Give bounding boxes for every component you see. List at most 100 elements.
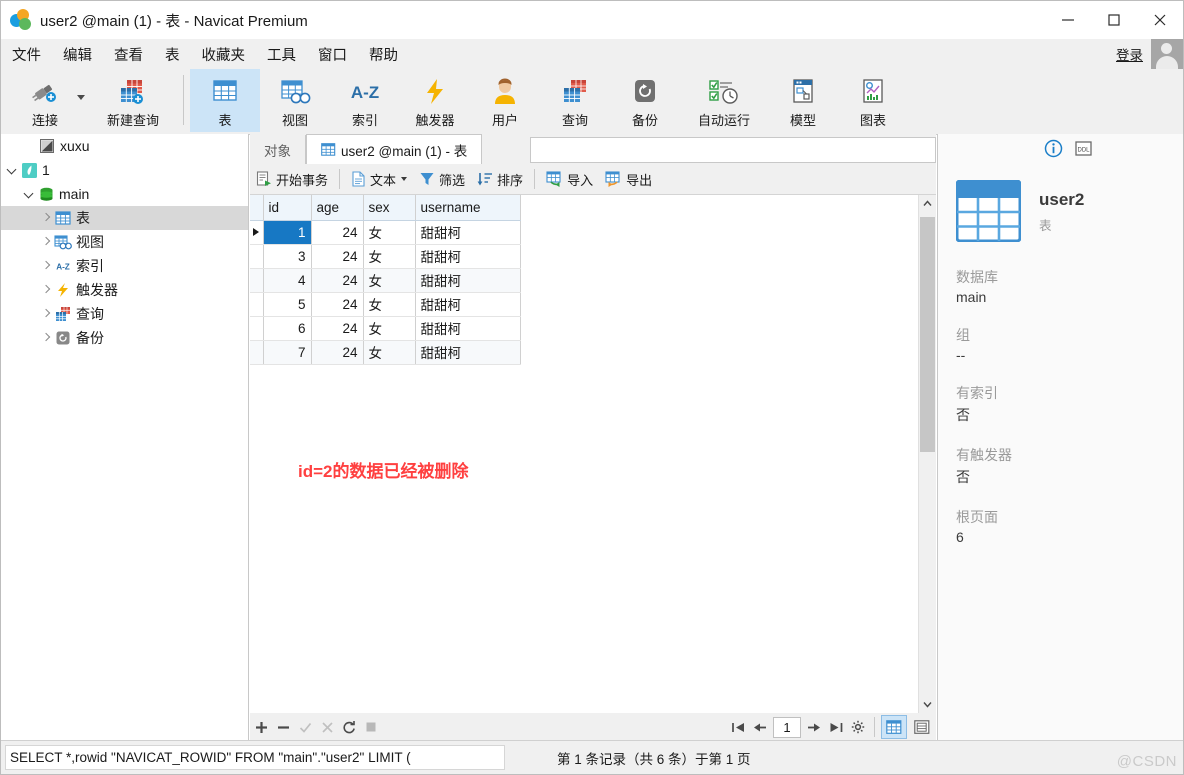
tree-expander[interactable] xyxy=(39,213,53,223)
menu-item-window[interactable]: 窗口 xyxy=(307,41,358,68)
toolbar-connection[interactable]: 连接 xyxy=(1,69,89,132)
grid-vertical-scrollbar[interactable] xyxy=(918,195,936,713)
next-page-button[interactable] xyxy=(803,716,825,738)
cell-sex[interactable]: 女 xyxy=(363,316,416,341)
cell-id[interactable]: 6 xyxy=(263,316,312,341)
toolbar-chart[interactable]: 图表 xyxy=(838,69,908,132)
cancel-button[interactable] xyxy=(316,716,338,738)
cell-age[interactable]: 24 xyxy=(311,316,364,341)
cell-username[interactable]: 甜甜柯 xyxy=(415,316,521,341)
row-marker[interactable] xyxy=(250,268,264,293)
page-number-input[interactable]: 1 xyxy=(773,716,801,738)
table-row[interactable]: 4 24 女 甜甜柯 xyxy=(250,268,521,293)
toolbar-model[interactable]: 模型 xyxy=(768,69,838,132)
login-link[interactable]: 登录 xyxy=(1116,44,1143,64)
toolbar-automation[interactable]: 自动运行 xyxy=(680,69,768,132)
prev-page-button[interactable] xyxy=(749,716,771,738)
import-button[interactable]: 导入 xyxy=(540,167,599,191)
toolbar-new-query[interactable]: 新建查询 xyxy=(89,69,177,132)
tree-item-xuxu[interactable]: xuxu xyxy=(1,134,248,158)
export-button[interactable]: 导出 xyxy=(599,167,658,191)
cell-username[interactable]: 甜甜柯 xyxy=(415,244,521,269)
object-tree-sidebar[interactable]: xuxu 1 main 表 视图 A-Z 索引 触发器 查询 备份 xyxy=(1,134,249,741)
cell-id[interactable]: 5 xyxy=(263,292,312,317)
avatar[interactable] xyxy=(1151,39,1183,69)
cell-age[interactable]: 24 xyxy=(311,220,364,245)
menu-item-file[interactable]: 文件 xyxy=(1,41,52,68)
toolbar-query[interactable]: 查询 xyxy=(540,69,610,132)
chevron-down-icon[interactable] xyxy=(77,95,85,100)
tab-search-input[interactable] xyxy=(530,137,936,163)
toolbar-backup[interactable]: 备份 xyxy=(610,69,680,132)
row-marker[interactable] xyxy=(250,340,264,365)
maximize-button[interactable] xyxy=(1091,1,1137,39)
row-marker[interactable] xyxy=(250,316,264,341)
menu-item-view[interactable]: 查看 xyxy=(103,41,154,68)
close-button[interactable] xyxy=(1137,1,1183,39)
tree-expander[interactable] xyxy=(39,309,53,319)
cell-id[interactable]: 3 xyxy=(263,244,312,269)
refresh-button[interactable] xyxy=(338,716,360,738)
scroll-up-icon[interactable] xyxy=(919,195,936,212)
table-row[interactable]: 1 24 女 甜甜柯 xyxy=(250,220,521,245)
cell-sex[interactable]: 女 xyxy=(363,220,416,245)
menu-item-help[interactable]: 帮助 xyxy=(358,41,409,68)
table-row[interactable]: 7 24 女 甜甜柯 xyxy=(250,340,521,365)
toolbar-index[interactable]: A-Z 索引 xyxy=(330,69,400,132)
sql-statement-field[interactable]: SELECT *,rowid "NAVICAT_ROWID" FROM "mai… xyxy=(5,745,505,770)
column-header-age[interactable]: age xyxy=(311,195,364,221)
cell-username[interactable]: 甜甜柯 xyxy=(415,292,521,317)
grid-view-toggle[interactable] xyxy=(881,715,907,739)
table-row[interactable]: 3 24 女 甜甜柯 xyxy=(250,244,521,269)
add-record-button[interactable] xyxy=(250,716,272,738)
toolbar-user[interactable]: 用户 xyxy=(470,69,540,132)
cell-id[interactable]: 1 xyxy=(263,220,312,245)
cell-username[interactable]: 甜甜柯 xyxy=(415,268,521,293)
sidebar-item-backups[interactable]: 备份 xyxy=(1,326,248,350)
last-page-button[interactable] xyxy=(825,716,847,738)
row-marker-current[interactable] xyxy=(250,220,264,245)
table-row[interactable]: 6 24 女 甜甜柯 xyxy=(250,316,521,341)
table-row[interactable]: 5 24 女 甜甜柯 xyxy=(250,292,521,317)
info-tab-button[interactable] xyxy=(1038,136,1068,160)
cell-age[interactable]: 24 xyxy=(311,268,364,293)
tab-objects[interactable]: 对象 xyxy=(250,135,306,164)
cell-id[interactable]: 7 xyxy=(263,340,312,365)
tree-item-main[interactable]: main xyxy=(1,182,248,206)
sidebar-item-indexes[interactable]: A-Z 索引 xyxy=(1,254,248,278)
sidebar-item-tables[interactable]: 表 xyxy=(1,206,248,230)
gear-icon[interactable] xyxy=(847,716,869,738)
tree-expander[interactable] xyxy=(39,333,53,343)
confirm-button[interactable] xyxy=(294,716,316,738)
column-header-id[interactable]: id xyxy=(263,195,312,221)
cell-id[interactable]: 4 xyxy=(263,268,312,293)
delete-record-button[interactable] xyxy=(272,716,294,738)
cell-age[interactable]: 24 xyxy=(311,340,364,365)
scroll-thumb[interactable] xyxy=(920,217,935,452)
cell-sex[interactable]: 女 xyxy=(363,292,416,317)
cell-sex[interactable]: 女 xyxy=(363,268,416,293)
data-grid-area[interactable]: id age sex username 1 24 女 甜甜柯 3 24 女 甜甜… xyxy=(250,195,936,713)
menu-item-table[interactable]: 表 xyxy=(154,41,191,68)
column-header-username[interactable]: username xyxy=(415,195,521,221)
toolbar-trigger[interactable]: 触发器 xyxy=(400,69,470,132)
scroll-down-icon[interactable] xyxy=(919,696,936,713)
begin-transaction-button[interactable]: 开始事务 xyxy=(250,167,334,191)
sidebar-item-queries[interactable]: 查询 xyxy=(1,302,248,326)
row-marker[interactable] xyxy=(250,292,264,317)
form-view-toggle[interactable] xyxy=(909,715,935,739)
cell-sex[interactable]: 女 xyxy=(363,340,416,365)
tab-user2-table[interactable]: user2 @main (1) - 表 xyxy=(306,134,483,164)
tree-expander[interactable] xyxy=(39,261,53,271)
ddl-tab-button[interactable]: DDL xyxy=(1068,136,1098,160)
tree-item-connection-1[interactable]: 1 xyxy=(1,158,248,182)
tree-expander[interactable] xyxy=(5,165,19,175)
data-grid[interactable]: id age sex username 1 24 女 甜甜柯 3 24 女 甜甜… xyxy=(250,195,521,365)
text-button[interactable]: 文本 xyxy=(345,167,413,191)
tree-expander[interactable] xyxy=(39,237,53,247)
menu-item-favorites[interactable]: 收藏夹 xyxy=(191,41,257,68)
row-marker[interactable] xyxy=(250,244,264,269)
cell-username[interactable]: 甜甜柯 xyxy=(415,220,521,245)
cell-sex[interactable]: 女 xyxy=(363,244,416,269)
cell-username[interactable]: 甜甜柯 xyxy=(415,340,521,365)
